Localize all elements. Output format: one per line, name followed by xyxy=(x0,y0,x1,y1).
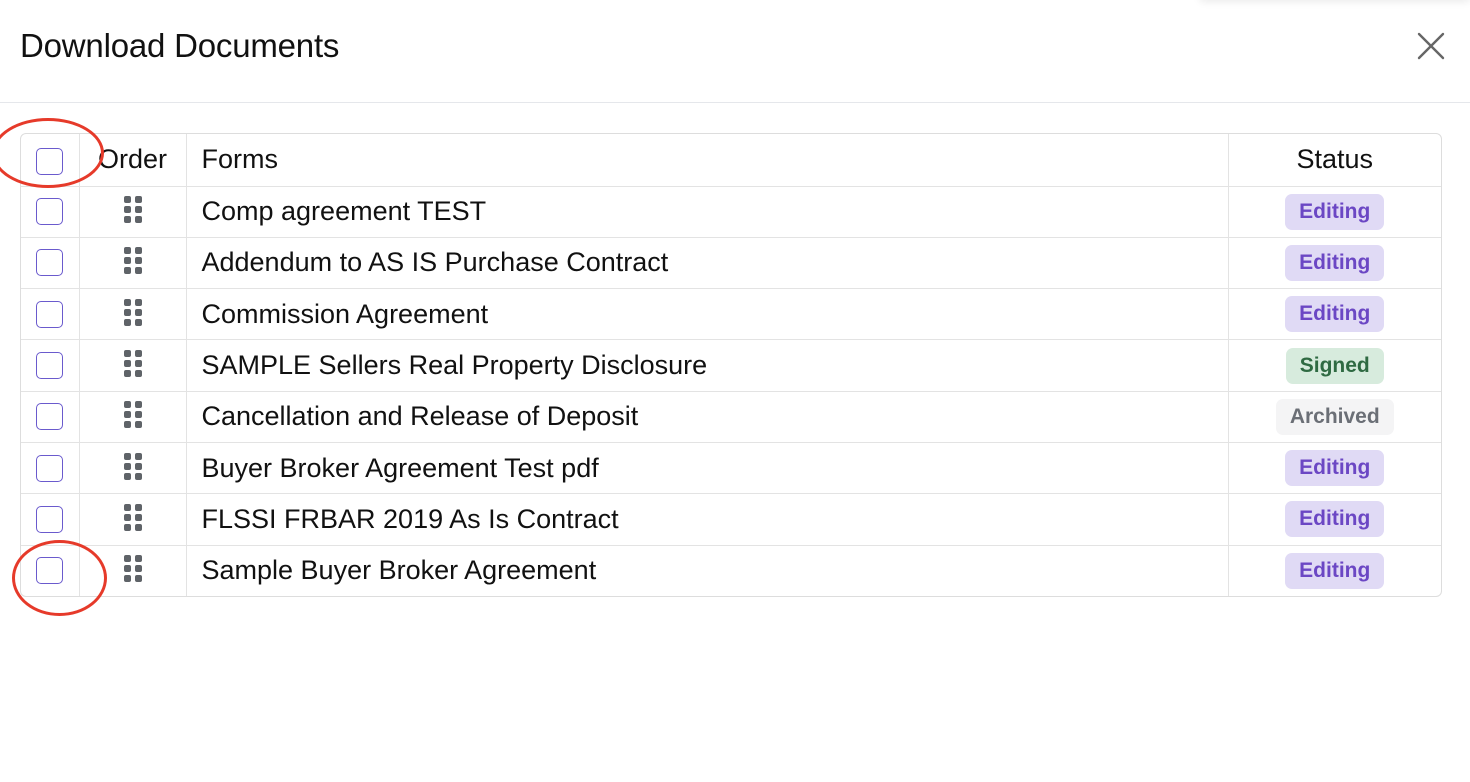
row-select-cell xyxy=(21,391,80,443)
status-column-header: Status xyxy=(1228,134,1441,187)
download-documents-modal: Download Documents Order Forms Status Co… xyxy=(0,0,1470,782)
form-name[interactable]: Cancellation and Release of Deposit xyxy=(186,391,1229,443)
table-body: Comp agreement TEST Editing Addendum to AS… xyxy=(21,186,1441,596)
status-cell: Signed xyxy=(1228,339,1441,392)
table-row: Addendum to AS IS Purchase Contract Editi… xyxy=(21,237,1441,290)
drag-handle-icon[interactable] xyxy=(123,452,143,485)
order-cell xyxy=(79,442,187,495)
table-row: SAMPLE Sellers Real Property Disclosure S… xyxy=(21,339,1441,392)
close-icon xyxy=(1417,32,1445,60)
status-cell: Archived xyxy=(1228,391,1441,443)
status-badge: Editing xyxy=(1285,552,1385,589)
drag-handle-icon[interactable] xyxy=(123,246,143,279)
row-select-cell xyxy=(21,186,80,238)
row-checkbox[interactable] xyxy=(36,454,64,482)
drag-handle-icon[interactable] xyxy=(123,195,143,228)
status-cell: Editing xyxy=(1228,237,1441,290)
select-all-cell xyxy=(21,134,80,187)
order-column-header: Order xyxy=(79,134,187,187)
drag-handle-icon[interactable] xyxy=(123,349,143,382)
drag-handle-icon[interactable] xyxy=(123,503,143,536)
status-cell: Editing xyxy=(1228,442,1441,495)
form-name[interactable]: FLSSI FRBAR 2019 As Is Contract xyxy=(186,493,1229,546)
row-checkbox[interactable] xyxy=(36,198,64,226)
row-checkbox[interactable] xyxy=(36,403,64,431)
order-cell xyxy=(79,545,187,596)
documents-table: Order Forms Status Comp agreement TEST Ed… xyxy=(20,133,1442,597)
table-row: Comp agreement TEST Editing xyxy=(21,186,1441,238)
close-button[interactable] xyxy=(1410,27,1450,67)
status-badge: Editing xyxy=(1285,501,1385,538)
modal-header: Download Documents xyxy=(0,0,1470,103)
form-name[interactable]: Addendum to AS IS Purchase Contract xyxy=(186,237,1229,290)
row-select-cell xyxy=(21,493,80,546)
row-checkbox[interactable] xyxy=(36,352,64,380)
row-select-cell xyxy=(21,288,80,341)
status-badge: Signed xyxy=(1285,347,1384,384)
order-cell xyxy=(79,339,187,392)
table-row: FLSSI FRBAR 2019 As Is Contract Editing xyxy=(21,493,1441,546)
table-header-row: Order Forms Status xyxy=(21,134,1441,187)
form-name[interactable]: Sample Buyer Broker Agreement xyxy=(186,545,1229,596)
status-cell: Editing xyxy=(1228,545,1441,596)
form-name[interactable]: SAMPLE Sellers Real Property Disclosure xyxy=(186,339,1229,392)
row-checkbox[interactable] xyxy=(36,300,64,328)
status-cell: Editing xyxy=(1228,288,1441,341)
form-name[interactable]: Buyer Broker Agreement Test pdf xyxy=(186,442,1229,495)
row-checkbox[interactable] xyxy=(36,557,64,585)
row-select-cell xyxy=(21,339,80,392)
order-cell xyxy=(79,186,187,238)
order-cell xyxy=(79,288,187,341)
table-row: Sample Buyer Broker Agreement Editing xyxy=(21,545,1441,596)
status-badge: Editing xyxy=(1285,193,1385,230)
order-cell xyxy=(79,391,187,443)
table-row: Buyer Broker Agreement Test pdf Editing xyxy=(21,442,1441,495)
drag-handle-icon[interactable] xyxy=(123,400,143,433)
form-name[interactable]: Comp agreement TEST xyxy=(186,186,1229,238)
table-row: Cancellation and Release of Deposit Archi… xyxy=(21,391,1441,443)
order-cell xyxy=(79,237,187,290)
drag-handle-icon[interactable] xyxy=(123,298,143,331)
status-badge: Editing xyxy=(1285,450,1385,487)
row-select-cell xyxy=(21,237,80,290)
row-checkbox[interactable] xyxy=(36,249,64,277)
status-badge: Editing xyxy=(1285,296,1385,333)
status-badge: Editing xyxy=(1285,244,1385,281)
select-all-checkbox[interactable] xyxy=(36,147,64,175)
order-cell xyxy=(79,493,187,546)
drag-handle-icon[interactable] xyxy=(123,554,143,587)
table-row: Commission Agreement Editing xyxy=(21,288,1441,341)
status-cell: Editing xyxy=(1228,493,1441,546)
row-select-cell xyxy=(21,442,80,495)
status-cell: Editing xyxy=(1228,186,1441,238)
forms-column-header: Forms xyxy=(186,134,1229,187)
row-checkbox[interactable] xyxy=(36,505,64,533)
status-badge: Archived xyxy=(1275,398,1394,435)
modal-title: Download Documents xyxy=(20,27,340,64)
row-select-cell xyxy=(21,545,80,596)
form-name[interactable]: Commission Agreement xyxy=(186,288,1229,341)
